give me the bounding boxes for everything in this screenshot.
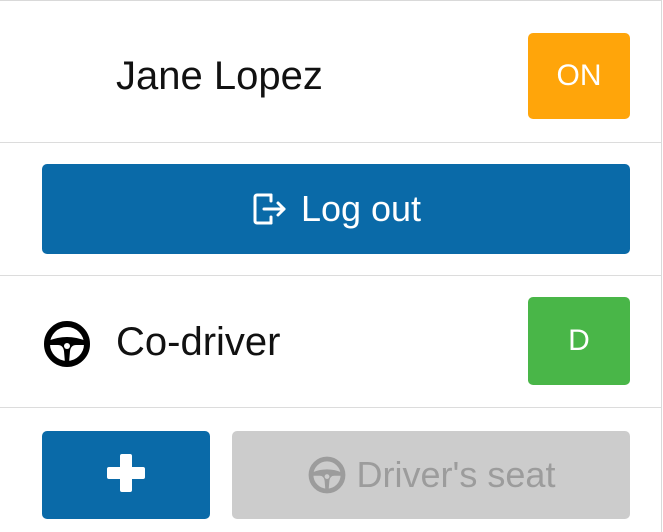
add-button[interactable] (42, 431, 210, 519)
steering-wheel-icon (42, 319, 92, 369)
plus-icon (104, 451, 148, 500)
role-badge: D (528, 297, 630, 385)
user-name: Jane Lopez (116, 54, 323, 98)
divider (0, 407, 661, 408)
status-badge: ON (528, 33, 630, 119)
divider (0, 142, 661, 143)
logout-button[interactable]: Log out (42, 164, 630, 254)
driver-panel: Jane Lopez ON Log out Co-driver D Driver… (0, 0, 662, 532)
divider (0, 275, 661, 276)
drivers-seat-label: Driver's seat (356, 454, 556, 495)
sign-out-icon (251, 190, 289, 228)
logout-label: Log out (300, 188, 422, 229)
codriver-label: Co-driver (116, 320, 281, 364)
steering-wheel-icon (307, 455, 347, 495)
drivers-seat-button[interactable]: Driver's seat (232, 431, 630, 519)
